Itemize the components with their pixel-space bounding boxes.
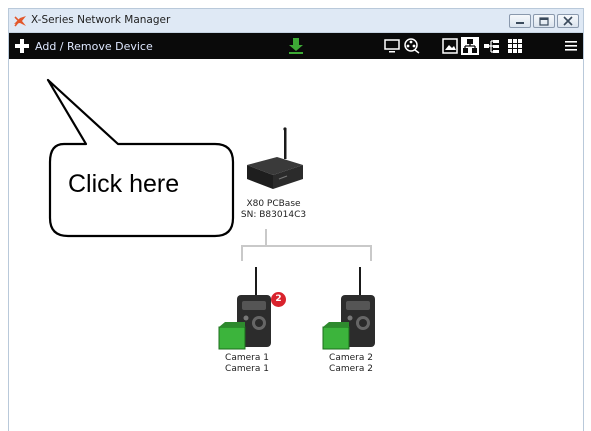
camera-name: Camera 1	[225, 353, 269, 363]
branch-view-icon[interactable]	[483, 37, 501, 55]
title-bar: X-Series Network Manager	[9, 9, 583, 33]
maximize-button[interactable]	[533, 14, 555, 28]
download-icon[interactable]	[287, 37, 305, 55]
hamburger-menu-icon[interactable]	[562, 37, 580, 55]
close-button[interactable]	[557, 14, 579, 28]
add-remove-device-button[interactable]: Add / Remove Device	[15, 36, 153, 56]
add-remove-device-label: Add / Remove Device	[35, 39, 153, 53]
camera-name: Camera 2	[329, 353, 373, 363]
camera-subtitle: Camera 1	[225, 364, 269, 374]
tree-connector	[370, 245, 372, 261]
monitor-icon[interactable]	[383, 37, 401, 55]
film-reel-icon[interactable]	[403, 37, 421, 55]
camera-node[interactable]: Camera 1 Camera 1	[197, 267, 297, 375]
app-logo-icon	[14, 16, 26, 27]
base-station-node[interactable]: X80 PCBase SN: B83014C3	[221, 127, 326, 221]
close-icon	[563, 16, 573, 26]
plus-icon	[15, 39, 29, 53]
tree-connector	[241, 245, 371, 247]
trail-camera-icon	[218, 267, 271, 350]
minimize-button[interactable]	[509, 14, 531, 28]
trail-camera-icon	[322, 267, 375, 350]
tree-connector	[265, 229, 267, 246]
grid-view-icon[interactable]	[506, 37, 524, 55]
tree-connector	[241, 245, 243, 261]
toolbar: Add / Remove Device	[9, 33, 583, 59]
network-tree-icon[interactable]	[461, 37, 479, 55]
base-station-name: X80 PCBase	[246, 199, 301, 209]
camera-node[interactable]: Camera 2 Camera 2	[301, 267, 401, 375]
base-station-serial: SN: B83014C3	[240, 210, 307, 220]
maximize-icon	[539, 17, 549, 26]
window-title: X-Series Network Manager	[31, 14, 171, 26]
minimize-icon	[516, 22, 524, 24]
image-view-icon[interactable]	[441, 37, 459, 55]
camera-subtitle: Camera 2	[329, 364, 373, 374]
pcbase-device-icon	[246, 127, 303, 189]
notification-badge[interactable]: 2	[271, 292, 286, 307]
app-window: X-Series Network Manager Add / Remove De…	[8, 8, 584, 431]
